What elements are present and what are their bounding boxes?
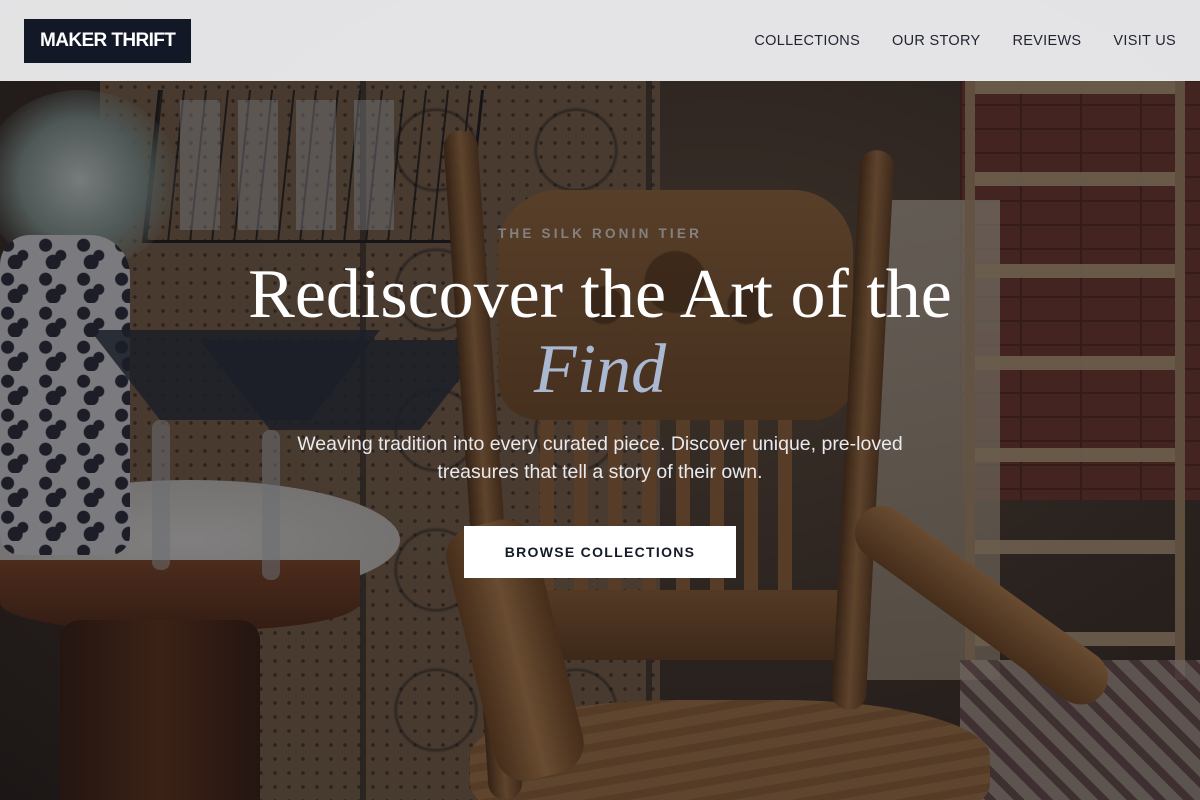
nav-link-collections[interactable]: COLLECTIONS (754, 33, 860, 49)
nav-link-our-story[interactable]: OUR STORY (892, 33, 980, 49)
hero-section: THE SILK RONIN TIER Rediscover the Art o… (0, 0, 1200, 800)
navbar: MAKER THRIFT COLLECTIONS OUR STORY REVIE… (0, 0, 1200, 81)
hero-headline: Rediscover the Art of the (248, 256, 952, 333)
hero-subtitle: Weaving tradition into every curated pie… (297, 433, 903, 483)
nav-link-visit-us[interactable]: VISIT US (1113, 33, 1176, 49)
nav-links: COLLECTIONS OUR STORY REVIEWS VISIT US (754, 33, 1176, 49)
site-logo[interactable]: MAKER THRIFT (24, 18, 192, 63)
hero-headline-accent: Find (533, 331, 667, 408)
landing-page: MAKER THRIFT COLLECTIONS OUR STORY REVIE… (0, 0, 1200, 800)
hero-eyebrow: THE SILK RONIN TIER (497, 226, 703, 241)
nav-link-reviews[interactable]: REVIEWS (1012, 33, 1081, 49)
browse-collections-button[interactable]: BROWSE COLLECTIONS (464, 526, 736, 578)
